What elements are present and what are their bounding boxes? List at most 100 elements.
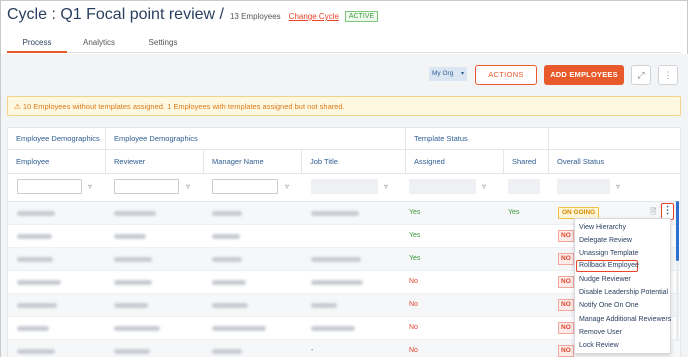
manager-filter-input[interactable] — [212, 179, 278, 194]
change-cycle-link[interactable]: Change Cycle — [289, 12, 339, 21]
reviewer-name — [114, 211, 156, 216]
assigned-filter-input[interactable] — [409, 179, 476, 194]
status-badge-no: NO — [558, 322, 574, 334]
app-frame: Cycle : Q1 Focal point review / 13 Emplo… — [0, 0, 688, 357]
reviewer-name — [114, 234, 146, 239]
warning-icon: ⚠ — [14, 102, 21, 111]
assigned-value: No — [409, 324, 418, 331]
shared-value: Yes — [508, 209, 520, 216]
group-header-row: Employee Demographics Employee Demograph… — [8, 128, 680, 150]
group-header: Employee Demographics — [8, 128, 106, 149]
job-title — [311, 326, 355, 331]
reviewer-name — [114, 303, 148, 308]
status-filter-input[interactable] — [557, 179, 610, 194]
manager-name — [212, 257, 242, 262]
column-header-employee[interactable]: Employee — [8, 150, 106, 173]
manager-name — [212, 349, 242, 354]
job-title-filter-input[interactable] — [311, 179, 378, 194]
column-header-shared[interactable]: Shared — [504, 150, 549, 173]
warning-banner: ⚠ 10 Employees without templates assigne… — [7, 96, 681, 116]
filter-icon[interactable]: ▿ — [186, 182, 190, 191]
employee-name — [17, 211, 55, 216]
filter-icon[interactable]: ▿ — [482, 182, 486, 191]
menu-item-lock-review[interactable]: Lock Review — [575, 340, 672, 352]
status-badge-no: NO — [558, 230, 574, 242]
filter-icon[interactable]: ▿ — [616, 182, 620, 191]
job-title — [311, 303, 337, 308]
tab-settings[interactable]: Settings — [135, 38, 191, 47]
menu-item-delegate-review[interactable]: Delegate Review — [575, 235, 672, 247]
org-select[interactable]: My Org ▾ — [429, 67, 467, 81]
page-header: Cycle : Q1 Focal point review / 13 Emplo… — [7, 6, 379, 24]
manager-name — [212, 280, 246, 285]
group-header: Template Status — [406, 128, 549, 149]
reviewer-name — [114, 349, 150, 354]
column-header-job-title[interactable]: Job Title — [302, 150, 406, 173]
reviewer-filter-input[interactable] — [114, 179, 179, 194]
manager-name — [212, 234, 240, 239]
column-header-reviewer[interactable]: Reviewer — [106, 150, 204, 173]
column-header-manager[interactable]: Manager Name — [204, 150, 302, 173]
actions-button[interactable]: ACTIONS — [475, 65, 537, 85]
job-title — [311, 211, 359, 216]
assigned-value: Yes — [409, 255, 421, 262]
menu-item-view-hierarchy[interactable]: View Hierarchy — [575, 222, 672, 234]
menu-item-remove-user[interactable]: Remove User — [575, 327, 672, 339]
tab-process[interactable]: Process — [7, 38, 67, 47]
menu-item-manage-additional-reviewers[interactable]: Manage Additional Reviewers — [575, 314, 672, 326]
status-badge-no: NO — [558, 345, 574, 357]
menu-item-disable-leadership-potential[interactable]: Disable Leadership Potential — [575, 287, 672, 299]
add-employees-button[interactable]: ADD EMPLOYEES — [544, 65, 624, 85]
employee-name — [17, 303, 57, 308]
manager-name — [212, 303, 248, 308]
job-title-value: - — [311, 347, 314, 354]
menu-item-notify-one-on-one[interactable]: Notify One On One — [575, 300, 672, 312]
filter-row: ▿ ▿ ▿ ▿ ▿ ▿ — [8, 174, 680, 202]
page-title: Cycle : Q1 Focal point review / — [7, 6, 224, 23]
employee-count: 13 Employees — [229, 12, 281, 21]
filter-icon[interactable]: ▿ — [88, 182, 92, 191]
row-context-menu: View Hierarchy Delegate Review Unassign … — [574, 218, 671, 354]
job-title — [311, 257, 361, 262]
assigned-value: Yes — [409, 232, 421, 239]
chevron-down-icon: ▾ — [460, 71, 464, 77]
column-header-row: Employee Reviewer Manager Name Job Title… — [8, 150, 680, 174]
tab-bar: Process Analytics Settings — [7, 31, 681, 53]
org-select-value: My Org — [432, 70, 454, 77]
menu-item-unassign-template[interactable]: Unassign Template — [575, 248, 672, 260]
employee-name — [17, 326, 49, 331]
employee-filter-input[interactable] — [17, 179, 82, 194]
job-title — [311, 280, 363, 285]
warning-text: 10 Employees without templates assigned.… — [22, 102, 345, 111]
expand-icon[interactable]: ⤢ — [631, 65, 651, 85]
group-header-empty — [549, 128, 680, 149]
employee-name — [17, 257, 53, 262]
manager-name — [212, 326, 266, 331]
filter-icon[interactable]: ▿ — [384, 182, 388, 191]
scrollbar-thumb[interactable] — [676, 201, 679, 261]
menu-item-rollback-employee[interactable]: Rollback Employee — [576, 260, 639, 272]
reviewer-name — [114, 280, 152, 285]
filter-icon[interactable]: ▿ — [285, 182, 289, 191]
group-header: Employee Demographics — [106, 128, 406, 149]
reviewer-name — [114, 326, 160, 331]
shared-filter-input[interactable] — [508, 179, 540, 194]
employee-name — [17, 280, 61, 285]
assigned-value: Yes — [409, 209, 421, 216]
assigned-value: No — [409, 278, 418, 285]
column-header-assigned[interactable]: Assigned — [406, 150, 504, 173]
assigned-value: No — [409, 301, 418, 308]
manager-name — [212, 211, 242, 216]
status-badge-no: NO — [558, 253, 574, 265]
menu-item-nudge-reviewer[interactable]: Nudge Reviewer — [575, 274, 672, 286]
status-badge: ACTIVE — [344, 11, 379, 22]
assigned-value: No — [409, 347, 418, 354]
employee-name — [17, 234, 52, 239]
status-badge-no: NO — [558, 276, 574, 288]
active-tab-indicator — [7, 51, 67, 53]
more-vertical-icon[interactable]: ⋮ — [658, 65, 678, 85]
tab-analytics[interactable]: Analytics — [71, 38, 127, 47]
employee-name — [17, 349, 55, 354]
reviewer-name — [114, 257, 152, 262]
column-header-overall-status[interactable]: Overall Status — [549, 150, 680, 173]
